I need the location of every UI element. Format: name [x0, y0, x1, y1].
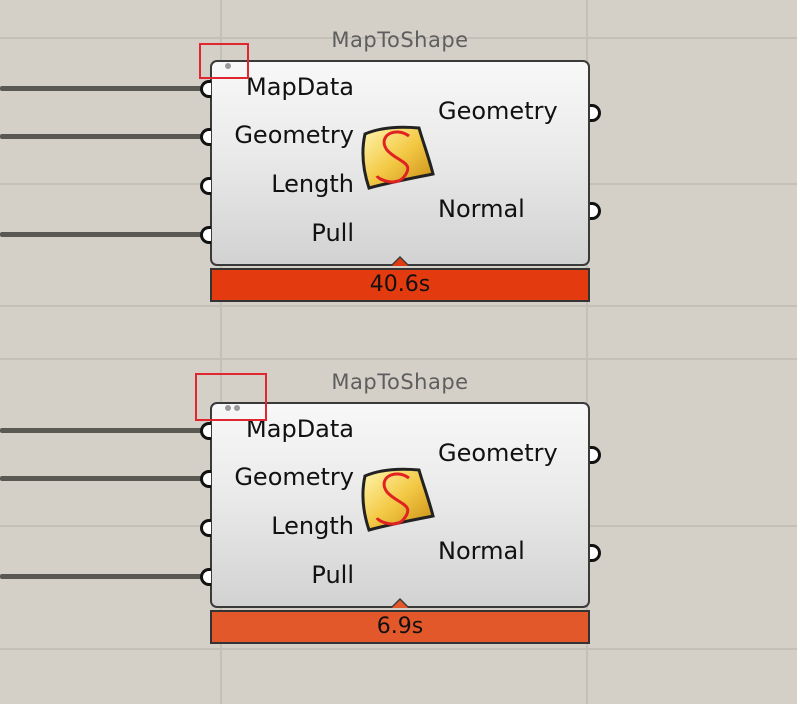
input-label-pull: Pull [311, 219, 354, 247]
output-grip-geometry[interactable] [590, 446, 601, 464]
profiler-timing-bar: 6.9s [210, 610, 590, 644]
maptoshape-component[interactable]: MapToShape MapData Geometry Length Pull … [0, 342, 797, 692]
timing-notch-icon [390, 256, 410, 266]
input-label-geometry: Geometry [234, 121, 354, 149]
map-to-shape-icon [357, 122, 437, 192]
annotation-highlight-box [195, 373, 267, 421]
output-grip-normal[interactable] [590, 544, 601, 562]
input-label-length: Length [271, 512, 354, 540]
output-label-normal: Normal [438, 195, 525, 223]
component-title: MapToShape [331, 370, 469, 394]
output-grip-normal[interactable] [590, 202, 601, 220]
component-title: MapToShape [331, 28, 469, 52]
timing-notch-icon [390, 598, 410, 608]
input-label-pull: Pull [311, 561, 354, 589]
profiler-timing-bar: 40.6s [210, 268, 590, 302]
output-label-geometry: Geometry [438, 439, 558, 467]
output-label-geometry: Geometry [438, 97, 558, 125]
output-label-normal: Normal [438, 537, 525, 565]
input-label-geometry: Geometry [234, 463, 354, 491]
annotation-highlight-box [199, 43, 249, 79]
maptoshape-component[interactable]: MapToShape MapData Geometry Length Pull … [0, 0, 797, 350]
output-grip-geometry[interactable] [590, 104, 601, 122]
input-label-length: Length [271, 170, 354, 198]
map-to-shape-icon [357, 464, 437, 534]
